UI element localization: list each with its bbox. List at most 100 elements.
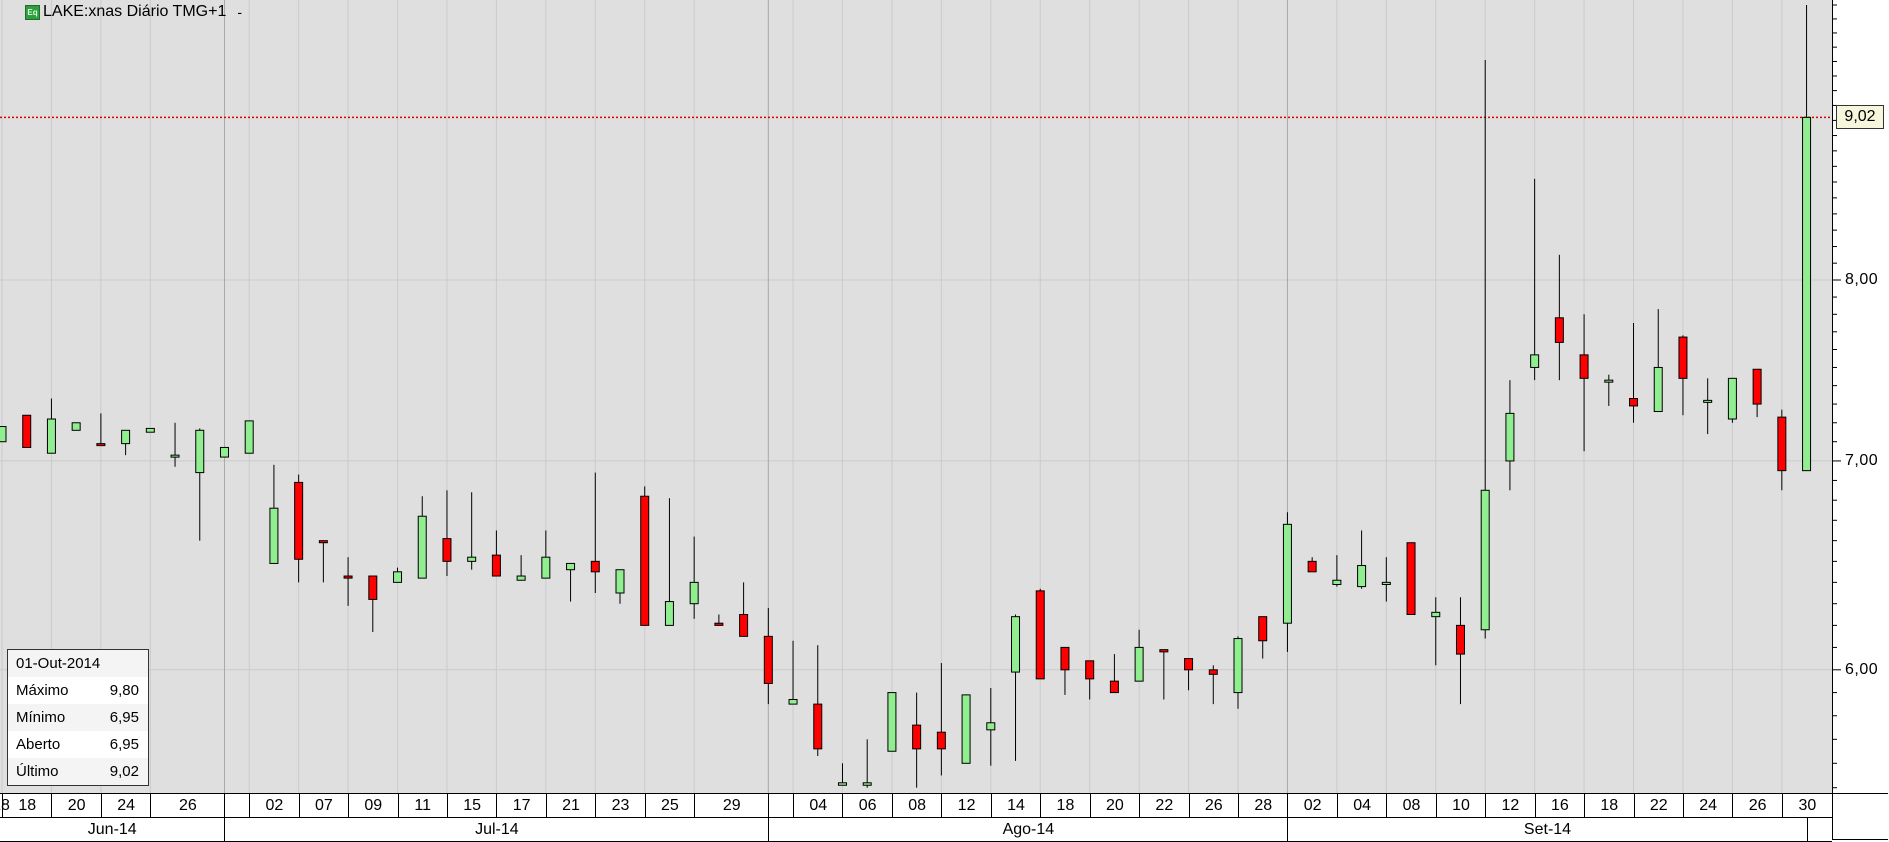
candle [1678, 335, 1688, 416]
day-label: 22 [1155, 796, 1174, 814]
candle [1282, 512, 1292, 652]
chart-title[interactable]: Eq LAKE:xnas Diário TMG+1 - [25, 3, 242, 21]
candle [1579, 314, 1589, 452]
candle [269, 464, 279, 564]
day-label-cell: 14 [990, 794, 1040, 817]
day-label-cell: 04 [793, 794, 842, 817]
candle-body [491, 554, 501, 577]
candle [1233, 636, 1243, 709]
candle-body [1184, 658, 1194, 671]
day-label-cell: 25 [644, 794, 694, 817]
candle-body [714, 622, 724, 626]
candle [1208, 665, 1218, 705]
candle [813, 645, 823, 757]
day-label: 15 [463, 796, 482, 814]
candle [22, 414, 32, 448]
day-label-cell: 20 [1089, 794, 1139, 817]
info-value: 9,80 [109, 682, 139, 699]
candle [1011, 614, 1021, 761]
candle-body [1480, 489, 1490, 631]
candle [71, 422, 81, 431]
candle [491, 530, 501, 577]
day-label: 26 [1204, 796, 1223, 814]
info-date: 01-Out-2014 [16, 655, 101, 672]
month-label-cell: Ago-14 [768, 818, 1287, 841]
day-label: 18 [1600, 796, 1619, 814]
day-label: 07 [314, 796, 333, 814]
chevron-down-icon[interactable]: - [237, 4, 242, 20]
info-value: 6,95 [109, 736, 139, 753]
day-label: 24 [1699, 796, 1718, 814]
day-label: 26 [1748, 796, 1767, 814]
candle-body [887, 692, 897, 752]
candle [442, 490, 452, 577]
day-label-cell: 18 [1040, 794, 1089, 817]
candle [1629, 323, 1639, 423]
day-row: 18 18 20 24 26 02 07 09 11 15 17 21 23 25 29 04 06 08 12 14… [0, 793, 1832, 817]
candle [1455, 597, 1465, 705]
day-label-cell: 22 [1139, 794, 1188, 817]
candle [318, 540, 328, 583]
candle-body [417, 515, 427, 579]
candle [1332, 555, 1342, 587]
day-blank-cell [224, 794, 249, 817]
candle [1307, 557, 1317, 573]
candle-body [1233, 638, 1243, 694]
day-label: 30 [1798, 796, 1817, 814]
candle [887, 692, 897, 752]
candle [615, 569, 625, 604]
candle-body [862, 782, 872, 786]
price-chart[interactable]: Eq LAKE:xnas Diário TMG+1 - 01-Out-2014 … [0, 0, 1832, 793]
candle-body [170, 454, 180, 458]
candle [145, 427, 155, 433]
candle [961, 694, 971, 764]
day-label-cell: 08 [891, 794, 941, 817]
day-label-cell: 02 [1287, 794, 1336, 817]
candle-body [1085, 660, 1095, 680]
candle [1480, 60, 1490, 639]
day-label: 20 [67, 796, 86, 814]
day-label-cell: 10 [1435, 794, 1485, 817]
candle [714, 614, 724, 626]
day-label-cell: 17 [496, 794, 545, 817]
candle [170, 422, 180, 467]
candle-body [71, 422, 81, 431]
candle [343, 557, 353, 606]
candle-body [1357, 565, 1367, 588]
candle [1060, 646, 1070, 695]
day-label-cell: 29 [694, 794, 768, 817]
month-label-cell: Jun-14 [0, 818, 224, 841]
day-label: 08 [1402, 796, 1421, 814]
candle-body [739, 613, 749, 637]
candle-body [664, 601, 674, 626]
month-row: Jun-14 Jul-14 Ago-14 Set-14 [0, 817, 1832, 842]
candle [590, 472, 600, 593]
candle [862, 739, 872, 788]
candle [1777, 409, 1787, 491]
candle-body [1579, 354, 1589, 379]
day-label-cell: 11 [397, 794, 447, 817]
price-axis[interactable]: 6,00 7,00 8,00 9,02 [1832, 0, 1889, 793]
day-label: 22 [1649, 796, 1668, 814]
day-label: 18 [1056, 796, 1075, 814]
candle-body [1035, 590, 1045, 680]
day-label: 11 [414, 796, 432, 814]
day-label-cell: 24 [1682, 794, 1732, 817]
candle-body [590, 560, 600, 573]
day-blank-cell [768, 794, 793, 817]
candle-body [442, 538, 452, 562]
candle [1134, 629, 1144, 682]
day-label-cell: 30 [1781, 794, 1832, 817]
candle [46, 398, 56, 454]
candle-body [195, 429, 205, 474]
day-label: 14 [1007, 796, 1025, 814]
candle [936, 663, 946, 776]
candle-body [1678, 336, 1688, 379]
candle-body [46, 418, 56, 454]
day-label-cell: 23 [595, 794, 644, 817]
month-label: Jun-14 [87, 820, 137, 838]
candle-body [1604, 379, 1614, 383]
day-label-cell: 18 [1584, 794, 1633, 817]
day-label: 26 [178, 796, 197, 814]
time-axis[interactable]: 18 18 20 24 26 02 07 09 11 15 17 21 23 25 29 04 06 08 12 14… [0, 793, 1889, 842]
